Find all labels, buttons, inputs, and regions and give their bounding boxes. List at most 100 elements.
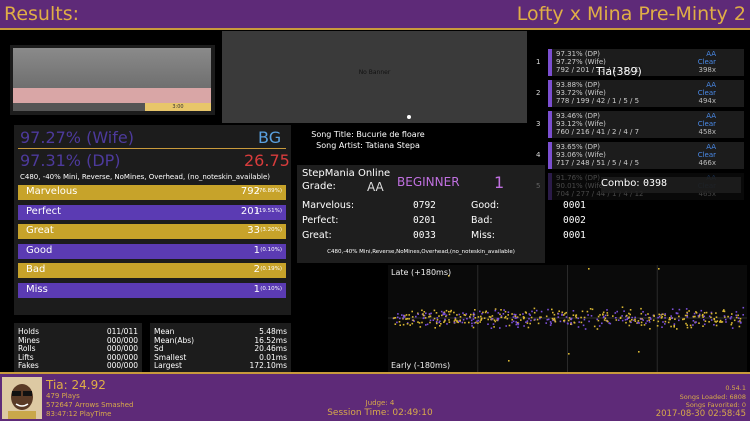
offset-point [540, 316, 542, 318]
offset-point [539, 317, 541, 320]
offset-point [626, 314, 628, 317]
scoreboard-dp: 93.46% (DP) [556, 112, 600, 120]
offset-point [493, 326, 495, 328]
version: 0.54.1 [725, 384, 746, 392]
offset-point [601, 322, 603, 325]
offset-point [692, 320, 695, 322]
offset-point [514, 317, 517, 319]
pack-title: Lofty x Mina Pre-Minty 2 [516, 3, 746, 25]
offset-point [742, 314, 744, 316]
offset-point [471, 325, 473, 327]
offset-point [598, 325, 601, 327]
offset-point [520, 319, 522, 321]
scoreboard-entry[interactable]: 2 93.88% (DP) 93.72% (Wife) 778 / 199 / 42 … [536, 80, 744, 107]
offset-point [565, 311, 567, 314]
offset-point [671, 317, 673, 319]
wife-percent: 97.27% (Wife) [20, 128, 134, 147]
offset-point [506, 317, 509, 320]
offset-point [566, 322, 569, 325]
scoreboard-entry[interactable]: 4 93.65% (DP) 93.06% (Wife) 717 / 248 / 51 … [536, 142, 744, 169]
offset-point [729, 317, 732, 319]
header-bar: Results: Lofty x Mina Pre-Minty 2 [0, 0, 750, 30]
offset-point [694, 315, 696, 318]
offset-point [530, 319, 532, 322]
offset-point [494, 308, 497, 310]
offset-point [572, 310, 575, 312]
offset-point [526, 320, 529, 322]
offset-point [492, 323, 495, 325]
offset-point [715, 316, 718, 318]
offset-point [676, 328, 678, 330]
online-row-1-label: Marvelous: [302, 200, 355, 211]
offset-point [572, 314, 575, 316]
profile-name: Tia: 24.92 [46, 378, 106, 392]
avatar[interactable] [2, 377, 42, 419]
scoreboard-entry[interactable]: 1 97.31% (DP) 97.27% (Wife) 792 / 201 / 33 … [536, 49, 744, 76]
offset-point [708, 321, 710, 323]
offset-point [561, 311, 564, 314]
offset-point [443, 313, 445, 316]
offset-point [685, 308, 688, 310]
offset-point [448, 310, 450, 313]
offset-point [483, 317, 486, 319]
offset-point [517, 326, 519, 328]
offset-point [525, 321, 527, 323]
offset-point [667, 321, 670, 324]
offset-point [474, 317, 477, 319]
offset-point [686, 324, 688, 326]
offset-point [563, 320, 565, 322]
offset-point [643, 324, 646, 326]
scoreboard-entry[interactable]: 3 93.46% (DP) 93.12% (Wife) 760 / 216 / 41 … [536, 111, 744, 138]
offset-point [583, 318, 586, 321]
offset-point [424, 317, 427, 319]
offset-point [623, 310, 625, 312]
offset-point [590, 315, 593, 317]
offset-point [487, 318, 489, 321]
offset-point [488, 315, 491, 318]
offset-point [664, 317, 666, 319]
offset-point [411, 322, 414, 325]
scoreboard-accent [548, 49, 552, 76]
offset-point [436, 319, 439, 321]
offset-point [507, 311, 510, 313]
offset-point [497, 317, 500, 320]
offset-outlier [658, 268, 660, 270]
profile-playtime: 83:47:12 PlayTime [46, 410, 112, 418]
offset-point [512, 316, 515, 318]
online-row-2-right-value: 0002 [563, 215, 586, 226]
offset-point [480, 318, 483, 320]
scoreboard-wife: 93.72% (Wife) [556, 89, 606, 97]
offset-point [472, 318, 475, 320]
offset-point [739, 317, 742, 320]
offset-plot: Late (+180ms) Early (-180ms) [388, 265, 747, 372]
judgment-row-good: Good 1 (0.10%) [18, 243, 286, 259]
session-time: Session Time: 02:49:10 [327, 408, 433, 418]
offset-point [462, 318, 465, 321]
offset-point [406, 318, 409, 320]
offset-point [553, 313, 556, 316]
offset-point [399, 317, 401, 320]
online-row-1-value: 0792 [413, 200, 436, 211]
offset-point [436, 322, 438, 325]
offset-point [453, 321, 456, 324]
offset-point [547, 308, 549, 311]
offset-point [658, 315, 661, 318]
offset-point [519, 313, 521, 316]
offset-point [715, 312, 717, 314]
offset-point [425, 312, 427, 315]
offset-point [529, 322, 531, 325]
offset-plot-svg [388, 265, 747, 372]
offset-point [453, 311, 455, 314]
offset-point [425, 324, 427, 326]
offset-point [642, 311, 644, 313]
offset-point [703, 323, 706, 326]
offset-outlier [638, 351, 640, 353]
offset-point [423, 317, 425, 319]
offset-point [527, 326, 530, 329]
offset-point [575, 316, 578, 319]
offset-point [513, 313, 515, 316]
song-title: Song Title: Bucurie de floare [311, 130, 425, 139]
scoreboard-rank: 3 [536, 120, 541, 128]
offset-point [725, 321, 727, 323]
offset-point [448, 321, 451, 323]
